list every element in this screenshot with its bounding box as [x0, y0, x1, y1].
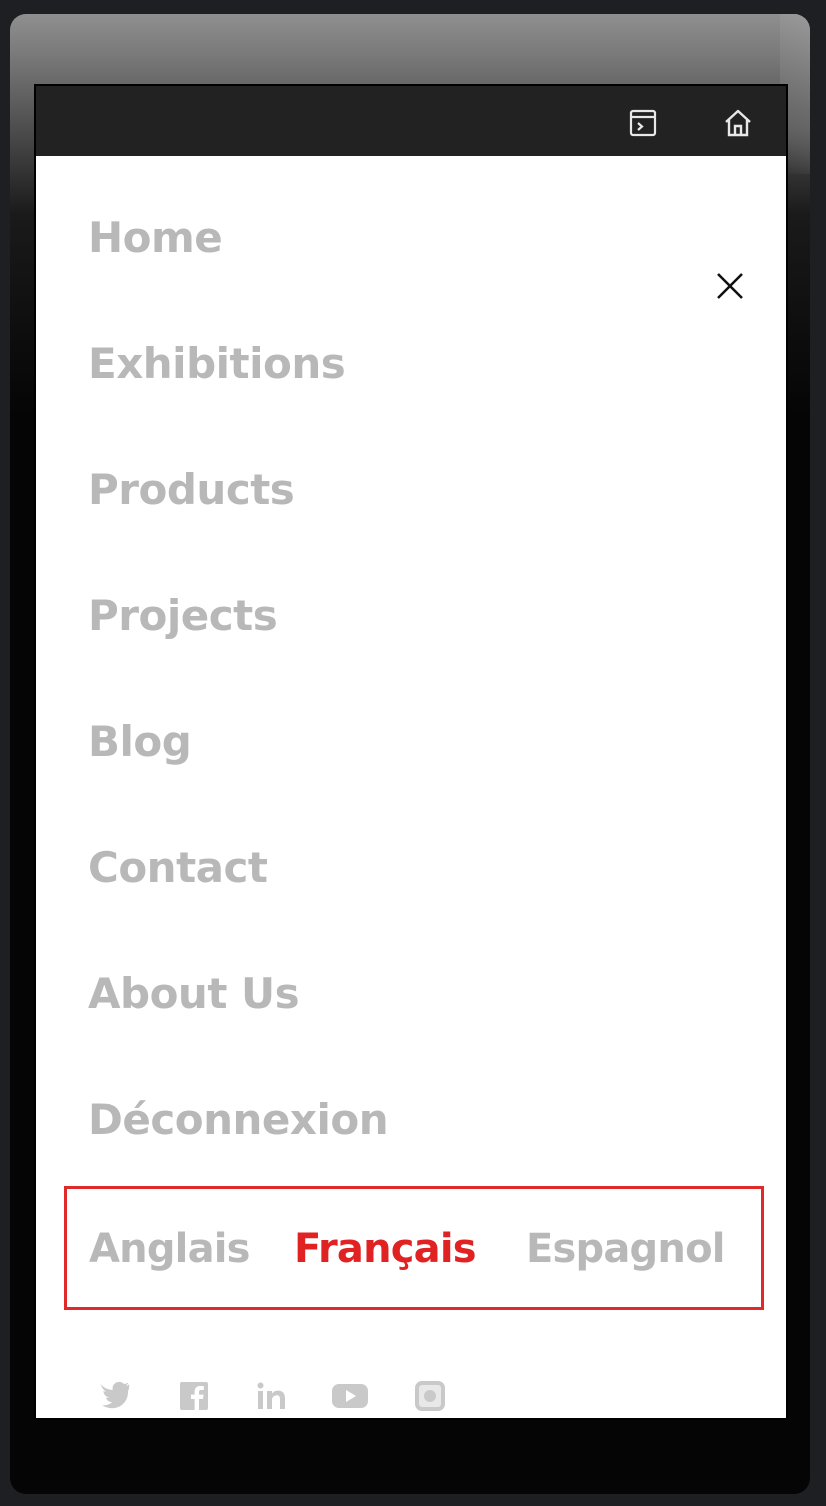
nav-item-home[interactable]: Home [88, 210, 388, 336]
nav-item-blog[interactable]: Blog [88, 714, 388, 840]
nav-menu: Home Exhibitions Products Projects Blog … [88, 210, 389, 1218]
nav-item-products[interactable]: Products [88, 462, 388, 588]
screen-bottom-edge [34, 1418, 788, 1420]
language-option-anglais[interactable]: Anglais [89, 1223, 251, 1275]
facebook-icon[interactable] [174, 1376, 214, 1416]
close-icon[interactable] [712, 268, 748, 304]
twitter-icon[interactable] [96, 1376, 136, 1416]
language-switcher: Anglais Français Espagnol [64, 1186, 764, 1310]
nav-item-exhibitions[interactable]: Exhibitions [88, 336, 388, 462]
side-menu-panel: Home Exhibitions Products Projects Blog … [36, 156, 786, 1418]
phone-screen: Home Exhibitions Products Projects Blog … [34, 84, 788, 1420]
nav-item-projects[interactable]: Projects [88, 588, 388, 714]
language-option-francais[interactable]: Français [294, 1223, 477, 1275]
phone-frame: Home Exhibitions Products Projects Blog … [10, 14, 810, 1494]
browser-toolbar [34, 84, 788, 156]
home-icon[interactable] [721, 106, 755, 140]
nav-item-about-us[interactable]: About Us [88, 966, 388, 1092]
language-option-espagnol[interactable]: Espagnol [526, 1223, 725, 1275]
nav-item-contact[interactable]: Contact [88, 840, 388, 966]
terminal-panel-icon[interactable] [626, 106, 660, 140]
instagram-icon[interactable] [410, 1376, 450, 1416]
linkedin-icon[interactable] [252, 1376, 292, 1416]
youtube-icon[interactable] [330, 1376, 370, 1416]
